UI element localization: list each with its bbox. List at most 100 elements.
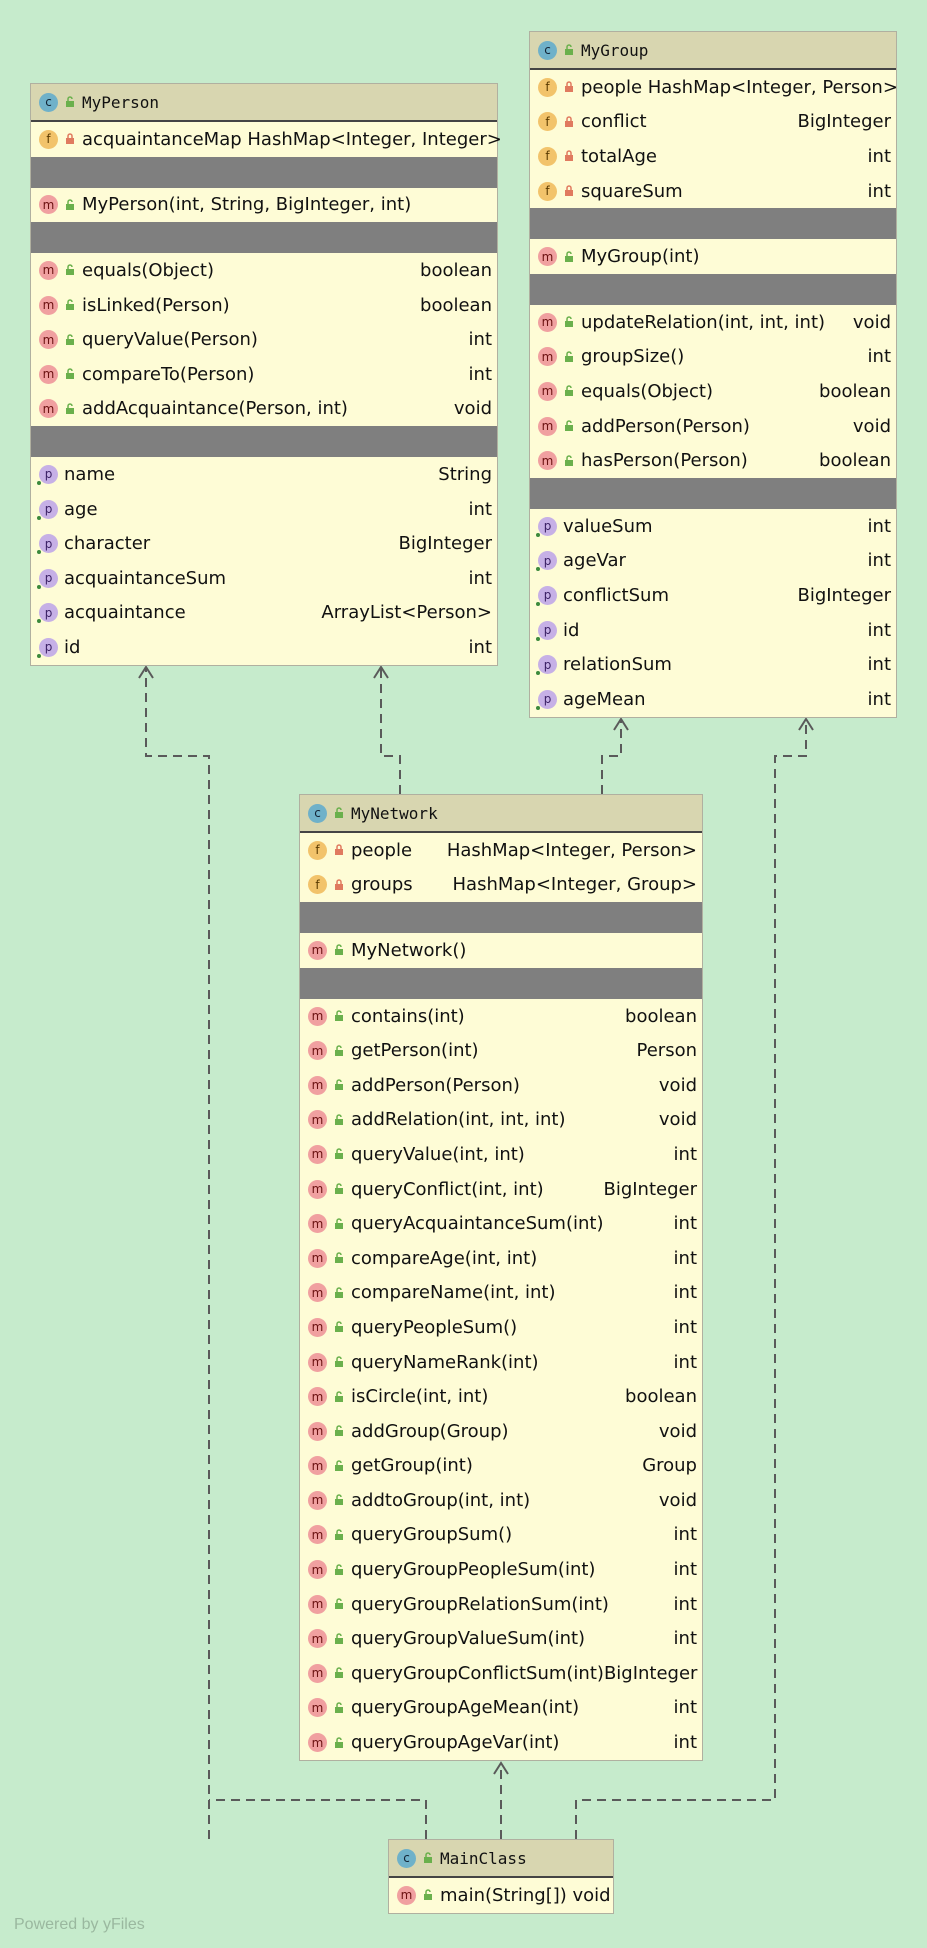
field-icon: f	[308, 840, 327, 860]
member-type: BigInteger	[603, 1662, 698, 1684]
member-row[interactable]: m isCircle(int, int) boolean	[300, 1379, 702, 1414]
member-row[interactable]: p id int	[31, 630, 497, 665]
member-row[interactable]: f conflict BigInteger	[530, 105, 896, 140]
member-name: MyNetwork()	[351, 939, 467, 961]
member-type: int	[468, 567, 492, 589]
member-row[interactable]: m groupSize() int	[530, 340, 896, 375]
property-icon: p	[536, 689, 557, 710]
field-icon: f	[39, 129, 58, 149]
member-row[interactable]: m queryValue(Person) int	[31, 322, 497, 357]
member-type: int	[867, 619, 891, 641]
member-row[interactable]: p relationSum int	[530, 647, 896, 682]
member-row[interactable]: p acquaintance ArrayList<Person>	[31, 596, 497, 631]
member-name: valueSum	[563, 515, 653, 537]
dependency-network-to-person-1	[145, 668, 210, 1839]
member-row[interactable]: f acquaintanceMap HashMap<Integer, Intege…	[31, 122, 502, 157]
member-row[interactable]: m queryGroupAgeVar(int) int	[300, 1725, 702, 1760]
member-row[interactable]: m queryGroupSum() int	[300, 1518, 702, 1553]
member-row[interactable]: p acquaintanceSum int	[31, 561, 497, 596]
field-list: f people HashMap<Integer, Person> f groups Ha…	[300, 833, 702, 902]
member-type: int	[673, 1143, 697, 1165]
member-type: int	[468, 329, 492, 351]
member-type: void	[658, 1109, 697, 1131]
class-mainclass[interactable]: c MainClass m main(String[]) void	[388, 1839, 614, 1914]
member-row[interactable]: p conflictSum BigInteger	[530, 578, 896, 613]
member-row[interactable]: m queryGroupRelationSum(int) int	[300, 1587, 702, 1622]
member-name: compareTo(Person)	[82, 363, 255, 385]
member-row[interactable]: f people HashMap<Integer, Person>	[300, 833, 702, 868]
member-row[interactable]: p valueSum int	[530, 509, 896, 544]
member-row[interactable]: m queryValue(int, int) int	[300, 1137, 702, 1172]
member-row[interactable]: m contains(int) boolean	[300, 999, 702, 1034]
member-row[interactable]: m compareTo(Person) int	[31, 357, 497, 392]
member-name: id	[563, 619, 580, 641]
member-row[interactable]: m isLinked(Person) boolean	[31, 288, 497, 323]
member-name: queryGroupConflictSum(int)	[351, 1662, 604, 1684]
member-row[interactable]: m queryGroupConflictSum(int) BigInteger	[300, 1656, 702, 1691]
public-icon	[335, 1460, 343, 1471]
member-row[interactable]: m MyNetwork()	[300, 933, 702, 968]
member-row[interactable]: f totalAge int	[530, 139, 896, 174]
class-mynetwork[interactable]: c MyNetwork f people HashMap<Integer, Pers…	[299, 794, 703, 1761]
class-icon: c	[397, 1848, 416, 1868]
public-icon	[335, 944, 343, 956]
member-name: compareName(int, int)	[351, 1282, 556, 1304]
method-list: m equals(Object) boolean m isLinked(Person) b…	[31, 253, 497, 426]
member-row[interactable]: m queryGroupPeopleSum(int) int	[300, 1552, 702, 1587]
member-row[interactable]: m queryGroupAgeMean(int) int	[300, 1691, 702, 1726]
member-row[interactable]: p name String	[31, 457, 497, 492]
member-row[interactable]: m addRelation(int, int, int) void	[300, 1103, 702, 1138]
member-row[interactable]: m queryNameRank(int) int	[300, 1345, 702, 1380]
member-row[interactable]: m addPerson(Person) void	[530, 409, 896, 444]
member-row[interactable]: m hasPerson(Person) boolean	[530, 443, 896, 478]
member-row[interactable]: m updateRelation(int, int, int) void	[530, 305, 896, 340]
member-type: void	[658, 1074, 697, 1096]
property-icon: p	[37, 499, 58, 520]
member-row[interactable]: m queryConflict(int, int) BigInteger	[300, 1172, 702, 1207]
member-type: Group	[642, 1455, 697, 1477]
member-name: totalAge	[581, 145, 657, 167]
public-icon	[424, 1852, 432, 1863]
method-icon: m	[308, 1560, 327, 1580]
member-row[interactable]: p character BigInteger	[31, 526, 497, 561]
member-row[interactable]: m queryGroupValueSum(int) int	[300, 1621, 702, 1656]
member-row[interactable]: m MyGroup(int)	[530, 239, 896, 274]
member-row[interactable]: m addGroup(Group) void	[300, 1414, 702, 1449]
public-icon	[335, 1010, 343, 1022]
member-name: people	[351, 839, 413, 861]
member-row[interactable]: p age int	[31, 492, 497, 527]
separator	[530, 477, 896, 509]
member-row[interactable]: m equals(Object) boolean	[31, 253, 497, 288]
member-row[interactable]: m queryPeopleSum() int	[300, 1310, 702, 1345]
member-row[interactable]: m queryAcquaintanceSum(int) int	[300, 1206, 702, 1241]
public-icon	[66, 96, 74, 107]
class-myperson[interactable]: c MyPerson f acquaintanceMap HashMap<Inte…	[30, 83, 502, 666]
member-name: main(String[]) void	[440, 1884, 611, 1906]
class-icon: c	[39, 92, 58, 112]
member-row[interactable]: m compareName(int, int) int	[300, 1276, 702, 1311]
member-row[interactable]: m getPerson(int) Person	[300, 1033, 702, 1068]
class-mygroup[interactable]: c MyGroup f people HashMap<Integer, Perso…	[529, 31, 898, 718]
property-icon: p	[536, 551, 557, 572]
member-row[interactable]: f squareSum int	[530, 174, 896, 209]
member-row[interactable]: m addPerson(Person) void	[300, 1068, 702, 1103]
member-row[interactable]: m equals(Object) boolean	[530, 374, 896, 409]
member-row[interactable]: m compareAge(int, int) int	[300, 1241, 702, 1276]
method-icon: m	[308, 1144, 327, 1164]
member-row[interactable]: p ageMean int	[530, 682, 896, 717]
public-icon	[335, 1252, 343, 1264]
member-row[interactable]: m addAcquaintance(Person, int) void	[31, 392, 497, 427]
member-row[interactable]: f groups HashMap<Integer, Group>	[300, 868, 702, 903]
member-name: compareAge(int, int)	[351, 1247, 538, 1269]
member-row[interactable]: p id int	[530, 613, 896, 648]
member-row[interactable]: m addtoGroup(int, int) void	[300, 1483, 702, 1518]
member-name: queryGroupAgeVar(int)	[351, 1732, 560, 1754]
member-row[interactable]: m getGroup(int) Group	[300, 1449, 702, 1484]
member-row[interactable]: m MyPerson(int, String, BigInteger, int)	[31, 188, 497, 223]
member-row[interactable]: m main(String[]) void	[389, 1878, 613, 1913]
public-icon	[335, 1563, 343, 1575]
member-row[interactable]: f people HashMap<Integer, Person>	[530, 70, 898, 105]
method-icon: m	[308, 1594, 327, 1614]
separator	[530, 208, 896, 240]
member-row[interactable]: p ageVar int	[530, 544, 896, 579]
